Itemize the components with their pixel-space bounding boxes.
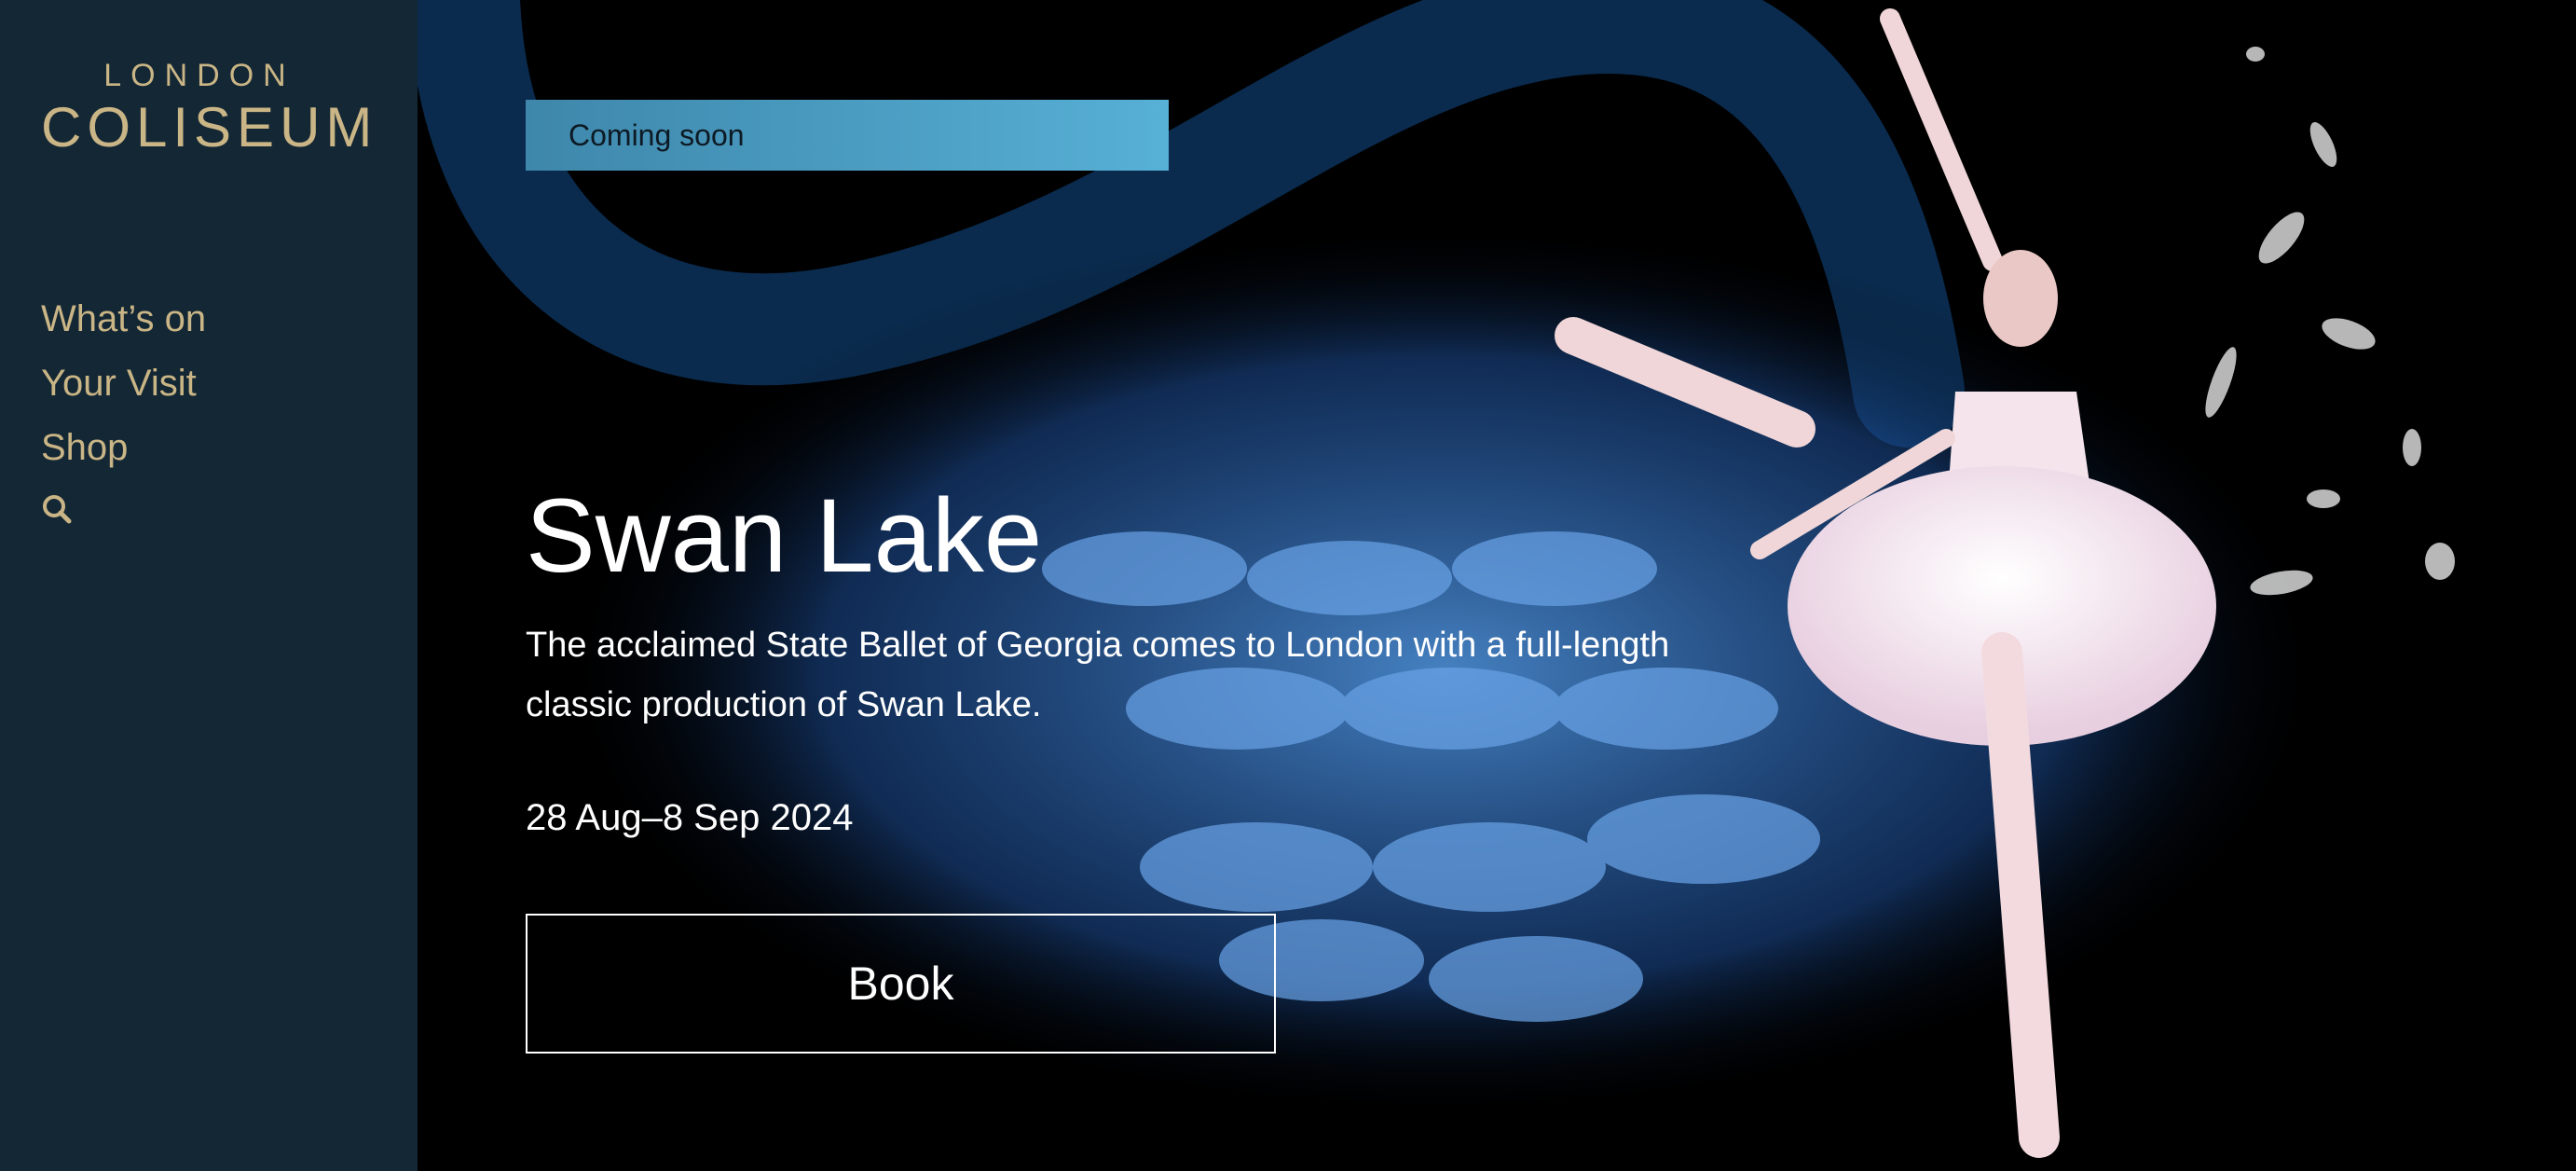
sidebar: LONDON COLISEUM What’s on Your Visit Sho… <box>0 0 418 1171</box>
logo-line-coliseum: COLISEUM <box>41 96 378 158</box>
show-title: Swan Lake <box>526 477 1043 594</box>
main-nav: What’s on Your Visit Shop <box>41 300 206 527</box>
show-description: The acclaimed State Ballet of Georgia co… <box>526 626 1670 724</box>
nav-item-shop[interactable]: Shop <box>41 429 206 466</box>
search-icon[interactable] <box>41 493 75 527</box>
coming-soon-badge: Coming soon <box>526 100 1169 171</box>
show-dates: 28 Aug–8 Sep 2024 <box>526 797 854 838</box>
logo-line-london: LONDON <box>103 58 295 93</box>
book-button[interactable]: Book <box>526 914 1276 1054</box>
nav-item-your-visit[interactable]: Your Visit <box>41 365 206 402</box>
site-logo[interactable]: LONDON COLISEUM <box>41 58 378 158</box>
nav-item-whats-on[interactable]: What’s on <box>41 300 206 338</box>
